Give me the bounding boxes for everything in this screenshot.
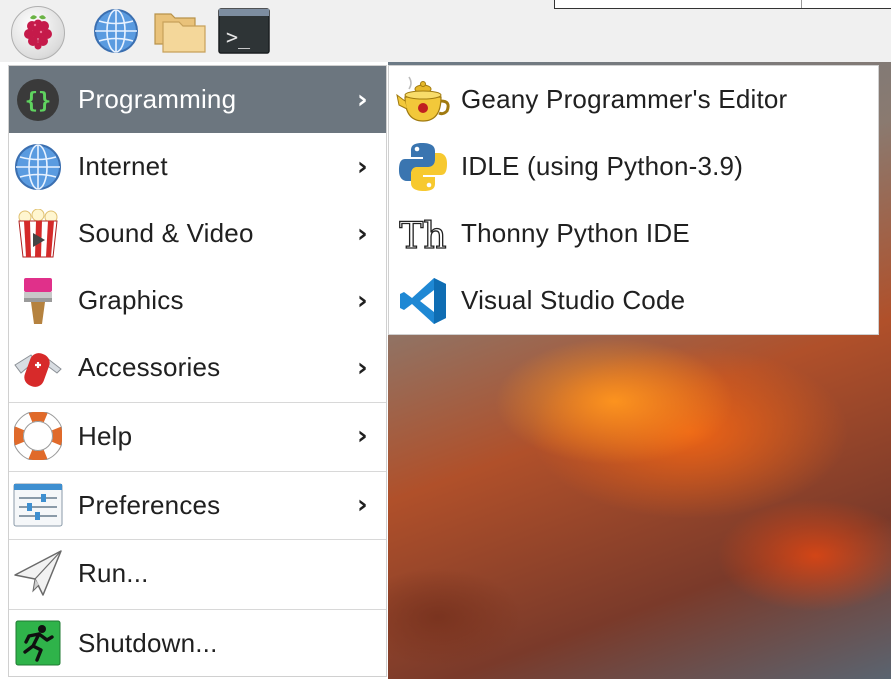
menu-item-label: Shutdown... <box>78 627 218 658</box>
sliders-icon <box>13 480 63 530</box>
submenu-item-idle[interactable]: IDLE (using Python-3.9) <box>389 133 878 200</box>
applications-menu: {} Programming › Internet › Sound & Vide… <box>8 65 387 677</box>
code-braces-icon: {} <box>13 75 63 125</box>
menu-item-run[interactable]: Run... <box>9 539 386 606</box>
menu-item-programming[interactable]: {} Programming › <box>9 66 386 133</box>
submenu-arrow-icon: › <box>357 421 368 451</box>
menu-item-shutdown[interactable]: Shutdown... <box>9 609 386 676</box>
terminal-button[interactable]: >_ <box>216 7 272 59</box>
submenu-item-label: Geany Programmer's Editor <box>461 84 788 114</box>
menu-item-accessories[interactable]: Accessories › <box>9 334 386 401</box>
menu-item-label: Sound & Video <box>78 218 254 248</box>
submenu-item-vscode[interactable]: Visual Studio Code <box>389 267 878 334</box>
lifebuoy-icon <box>13 411 63 461</box>
svg-text:>_: >_ <box>226 25 251 49</box>
submenu-item-label: IDLE (using Python-3.9) <box>461 151 744 181</box>
terminal-icon: >_ <box>218 7 270 59</box>
paper-plane-icon <box>13 548 63 598</box>
submenu-arrow-icon: › <box>357 352 368 383</box>
python-icon <box>395 139 451 195</box>
thonny-icon: Th <box>395 206 451 262</box>
running-man-icon <box>13 618 63 668</box>
menu-item-internet[interactable]: Internet › <box>9 133 386 200</box>
main-menu-button[interactable] <box>10 6 66 60</box>
submenu-item-label: Visual Studio Code <box>461 285 686 315</box>
teapot-icon <box>395 72 451 128</box>
submenu-arrow-icon: › <box>357 490 368 520</box>
submenu-arrow-icon: › <box>357 218 368 249</box>
programming-submenu: Geany Programmer's Editor IDLE (using Py… <box>388 65 879 335</box>
menu-item-label: Graphics <box>78 285 184 315</box>
raspberry-icon <box>21 12 55 55</box>
svg-text:{}: {} <box>25 89 52 114</box>
menu-item-graphics[interactable]: Graphics › <box>9 267 386 334</box>
submenu-item-geany[interactable]: Geany Programmer's Editor <box>389 66 878 133</box>
globe-icon <box>13 142 63 192</box>
menu-item-sound-video[interactable]: Sound & Video › <box>9 200 386 267</box>
paintbrush-icon <box>13 276 63 326</box>
menu-item-preferences[interactable]: Preferences › <box>9 471 386 538</box>
globe-icon <box>92 7 140 60</box>
top-panel: >_ <box>0 0 891 62</box>
folder-icon <box>153 8 207 59</box>
file-manager-button[interactable] <box>152 8 208 58</box>
popcorn-icon <box>13 208 63 259</box>
menu-item-label: Preferences <box>78 489 221 520</box>
menu-item-label: Run... <box>78 557 149 588</box>
submenu-arrow-icon: › <box>357 285 368 316</box>
submenu-item-thonny[interactable]: Th Thonny Python IDE <box>389 200 878 267</box>
menu-item-label: Internet <box>78 151 168 181</box>
submenu-arrow-icon: › <box>357 84 368 115</box>
menu-item-help[interactable]: Help › <box>9 402 386 469</box>
submenu-item-label: Thonny Python IDE <box>461 218 690 248</box>
pocketknife-icon <box>13 343 63 393</box>
menu-item-label: Programming <box>78 84 237 114</box>
web-browser-button[interactable] <box>88 8 144 58</box>
menu-item-label: Accessories <box>78 352 221 382</box>
menu-item-label: Help <box>78 420 133 451</box>
vscode-icon <box>395 273 451 329</box>
taskbar-window-button[interactable] <box>554 0 891 9</box>
submenu-arrow-icon: › <box>357 151 368 182</box>
svg-text:Th: Th <box>399 216 446 257</box>
